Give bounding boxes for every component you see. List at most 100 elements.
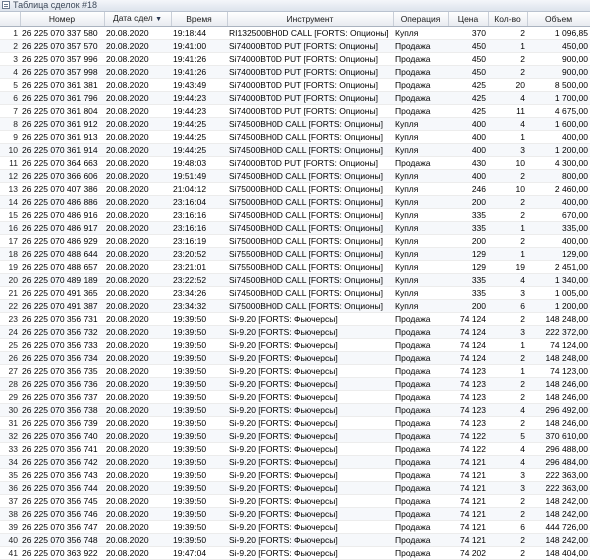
table-row[interactable]: 41 26 225 070 363 922 20.08.2020 19:47:04 Si… xyxy=(0,546,590,560)
cell-operation: Продажа xyxy=(393,364,448,378)
table-row[interactable]: 37 26 225 070 356 745 20.08.2020 19:39:50 Si… xyxy=(0,494,590,508)
cell-price: 400 xyxy=(448,143,488,157)
cell-volume: 1 700,00 xyxy=(527,91,590,105)
cell-price: 335 xyxy=(448,286,488,300)
table-row[interactable]: 19 26 225 070 488 657 20.08.2020 23:21:01 Si… xyxy=(0,260,590,274)
table-row[interactable]: 13 26 225 070 407 386 20.08.2020 21:04:12 Si… xyxy=(0,182,590,196)
table-row[interactable]: 24 26 225 070 356 732 20.08.2020 19:39:50 Si… xyxy=(0,325,590,339)
cell-qty: 10 xyxy=(488,156,527,170)
table-row[interactable]: 6 26 225 070 361 796 20.08.2020 19:44:23 Si7… xyxy=(0,91,590,105)
table-row[interactable]: 11 26 225 070 364 663 20.08.2020 19:48:03 Si… xyxy=(0,156,590,170)
window-titlebar[interactable]: Таблица сделок #18 xyxy=(0,0,590,12)
table-row[interactable]: 39 26 225 070 356 747 20.08.2020 19:39:50 Si… xyxy=(0,520,590,534)
table-row[interactable]: 35 26 225 070 356 743 20.08.2020 19:39:50 Si… xyxy=(0,468,590,482)
cell-number: 26 225 070 356 733 xyxy=(20,338,104,352)
cell-volume: 296 492,00 xyxy=(527,403,590,417)
cell-time: 19:18:44 xyxy=(171,26,227,40)
table-row[interactable]: 3 26 225 070 357 996 20.08.2020 19:41:26 Si7… xyxy=(0,52,590,66)
cell-operation: Продажа xyxy=(393,429,448,443)
cell-qty: 2 xyxy=(488,195,527,209)
cell-time: 23:21:01 xyxy=(171,260,227,274)
cell-number: 26 225 070 356 738 xyxy=(20,403,104,417)
row-index: 41 xyxy=(0,546,20,560)
table-row[interactable]: 20 26 225 070 489 189 20.08.2020 23:22:52 Si… xyxy=(0,273,590,287)
table-row[interactable]: 22 26 225 070 491 387 20.08.2020 23:34:32 Si… xyxy=(0,299,590,313)
cell-volume: 148 246,00 xyxy=(527,416,590,430)
table-row[interactable]: 15 26 225 070 486 916 20.08.2020 23:16:16 Si… xyxy=(0,208,590,222)
window-title: Таблица сделок #18 xyxy=(13,0,98,10)
table-row[interactable]: 28 26 225 070 356 736 20.08.2020 19:39:50 Si… xyxy=(0,377,590,391)
table-row[interactable]: 31 26 225 070 356 739 20.08.2020 19:39:50 Si… xyxy=(0,416,590,430)
table-row[interactable]: 10 26 225 070 361 914 20.08.2020 19:44:25 Si… xyxy=(0,143,590,157)
header-time[interactable]: Время xyxy=(171,12,228,27)
header-index[interactable] xyxy=(0,12,21,27)
header-instrument[interactable]: Инструмент xyxy=(227,12,394,27)
cell-price: 74 123 xyxy=(448,403,488,417)
table-row[interactable]: 9 26 225 070 361 913 20.08.2020 19:44:25 Si7… xyxy=(0,130,590,144)
cell-volume: 296 484,00 xyxy=(527,455,590,469)
cell-instrument: Si-9.20 [FORTS: Фьючерсы] xyxy=(227,390,393,404)
cell-number: 26 225 070 357 996 xyxy=(20,52,104,66)
table-row[interactable]: 1 26 225 070 337 580 20.08.2020 19:18:44 RI1… xyxy=(0,26,590,40)
cell-operation: Продажа xyxy=(393,390,448,404)
cell-qty: 2 xyxy=(488,533,527,547)
row-index: 3 xyxy=(0,52,20,66)
table-row[interactable]: 7 26 225 070 361 804 20.08.2020 19:44:23 Si7… xyxy=(0,104,590,118)
row-index: 19 xyxy=(0,260,20,274)
table-row[interactable]: 33 26 225 070 356 741 20.08.2020 19:39:50 Si… xyxy=(0,442,590,456)
table-row[interactable]: 34 26 225 070 356 742 20.08.2020 19:39:50 Si… xyxy=(0,455,590,469)
cell-qty: 2 xyxy=(488,208,527,222)
cell-instrument: Si74000BT0D PUT [FORTS: Опционы] xyxy=(227,52,393,66)
cell-operation: Продажа xyxy=(393,91,448,105)
table-row[interactable]: 8 26 225 070 361 912 20.08.2020 19:44:25 Si7… xyxy=(0,117,590,131)
table-row[interactable]: 18 26 225 070 488 644 20.08.2020 23:20:52 Si… xyxy=(0,247,590,261)
table-row[interactable]: 38 26 225 070 356 746 20.08.2020 19:39:50 Si… xyxy=(0,507,590,521)
table-row[interactable]: 36 26 225 070 356 744 20.08.2020 19:39:50 Si… xyxy=(0,481,590,495)
cell-volume: 335,00 xyxy=(527,221,590,235)
cell-time: 21:04:12 xyxy=(171,182,227,196)
header-volume[interactable]: Объем xyxy=(527,12,590,27)
table-row[interactable]: 4 26 225 070 357 998 20.08.2020 19:41:26 Si7… xyxy=(0,65,590,79)
table-row[interactable]: 25 26 225 070 356 733 20.08.2020 19:39:50 Si… xyxy=(0,338,590,352)
header-number[interactable]: Номер xyxy=(20,12,105,27)
table-row[interactable]: 2 26 225 070 357 570 20.08.2020 19:41:00 Si7… xyxy=(0,39,590,53)
table-row[interactable]: 16 26 225 070 486 917 20.08.2020 23:16:16 Si… xyxy=(0,221,590,235)
table-row[interactable]: 21 26 225 070 491 365 20.08.2020 23:34:26 Si… xyxy=(0,286,590,300)
cell-operation: Продажа xyxy=(393,403,448,417)
cell-time: 19:39:50 xyxy=(171,377,227,391)
table-row[interactable]: 32 26 225 070 356 740 20.08.2020 19:39:50 Si… xyxy=(0,429,590,443)
table-row[interactable]: 30 26 225 070 356 738 20.08.2020 19:39:50 Si… xyxy=(0,403,590,417)
row-index: 6 xyxy=(0,91,20,105)
table-row[interactable]: 23 26 225 070 356 731 20.08.2020 19:39:50 Si… xyxy=(0,312,590,326)
cell-instrument: Si75000BH0D CALL [FORTS: Опционы] xyxy=(227,195,393,209)
cell-qty: 1 xyxy=(488,364,527,378)
table-row[interactable]: 17 26 225 070 486 929 20.08.2020 23:16:19 Si… xyxy=(0,234,590,248)
cell-qty: 1 xyxy=(488,338,527,352)
table-row[interactable]: 27 26 225 070 356 735 20.08.2020 19:39:50 Si… xyxy=(0,364,590,378)
table-row[interactable]: 5 26 225 070 361 381 20.08.2020 19:43:49 Si7… xyxy=(0,78,590,92)
cell-number: 26 225 070 363 922 xyxy=(20,546,104,560)
table-row[interactable]: 12 26 225 070 366 606 20.08.2020 19:51:49 Si… xyxy=(0,169,590,183)
header-operation[interactable]: Операция xyxy=(393,12,449,27)
cell-date: 20.08.2020 xyxy=(104,208,171,222)
cell-qty: 4 xyxy=(488,442,527,456)
header-price[interactable]: Цена xyxy=(448,12,489,27)
cell-number: 26 225 070 356 736 xyxy=(20,377,104,391)
header-qty[interactable]: Кол-во xyxy=(488,12,528,27)
table-row[interactable]: 40 26 225 070 356 748 20.08.2020 19:39:50 Si… xyxy=(0,533,590,547)
row-index: 14 xyxy=(0,195,20,209)
table-row[interactable]: 14 26 225 070 486 886 20.08.2020 23:16:04 Si… xyxy=(0,195,590,209)
cell-price: 200 xyxy=(448,195,488,209)
cell-price: 74 121 xyxy=(448,455,488,469)
cell-number: 26 225 070 356 744 xyxy=(20,481,104,495)
cell-number: 26 225 070 486 917 xyxy=(20,221,104,235)
table-row[interactable]: 29 26 225 070 356 737 20.08.2020 19:39:50 Si… xyxy=(0,390,590,404)
cell-date: 20.08.2020 xyxy=(104,260,171,274)
table-row[interactable]: 26 26 225 070 356 734 20.08.2020 19:39:50 Si… xyxy=(0,351,590,365)
cell-operation: Купля xyxy=(393,221,448,235)
cell-qty: 3 xyxy=(488,143,527,157)
header-date[interactable]: Дата сдел ▼ xyxy=(104,12,172,27)
cell-date: 20.08.2020 xyxy=(104,442,171,456)
cell-time: 19:47:04 xyxy=(171,546,227,560)
cell-qty: 1 xyxy=(488,130,527,144)
